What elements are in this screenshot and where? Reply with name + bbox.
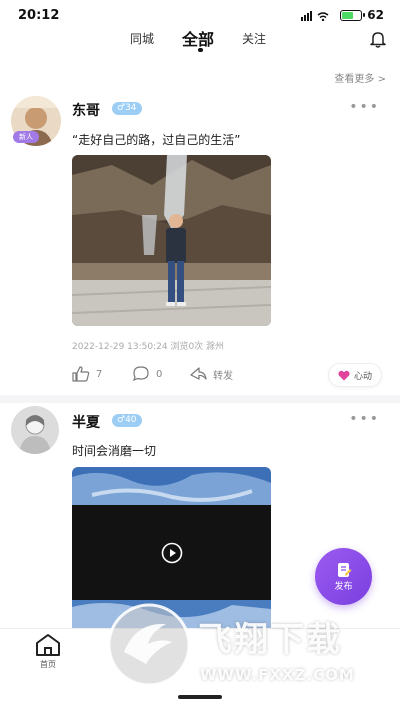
- status-indicators: 62: [301, 8, 384, 22]
- comment-count: 0: [156, 368, 163, 380]
- edit-note-icon: [337, 563, 351, 577]
- home-indicator: [178, 695, 222, 699]
- active-tab-indicator: [198, 48, 203, 52]
- battery-icon: [340, 9, 366, 21]
- gender-age-badge: ♂40: [112, 414, 142, 427]
- more-options-icon[interactable]: •••: [349, 99, 380, 115]
- tab-following[interactable]: 关注: [242, 30, 266, 47]
- nav-home[interactable]: 首页: [30, 633, 66, 670]
- watermark-url: WWW.FXXZ.COM: [200, 666, 355, 684]
- avatar[interactable]: [11, 406, 59, 454]
- publish-button[interactable]: 发布: [315, 548, 372, 605]
- post-photo[interactable]: [72, 155, 271, 326]
- like-count: 7: [96, 368, 103, 380]
- share-label: 转发: [213, 370, 233, 382]
- tab-all[interactable]: 全部: [182, 26, 214, 50]
- chevron-right-icon: >: [377, 74, 386, 85]
- post-actions: 7 0 转发 心动: [72, 363, 392, 387]
- watermark-title: 飞翔下载: [198, 620, 342, 660]
- see-more-link[interactable]: 查看更多 >: [334, 70, 386, 85]
- gender-age-badge: ♂34: [112, 102, 142, 115]
- home-icon: [36, 634, 60, 656]
- play-icon[interactable]: [161, 542, 183, 564]
- bell-icon[interactable]: [368, 29, 388, 49]
- waterfall-photo: [72, 155, 271, 326]
- like-action[interactable]: 7: [72, 366, 102, 382]
- post-text: 时间会消磨一切: [72, 444, 157, 458]
- comment-icon: [133, 366, 149, 382]
- watermark-logo-icon: [107, 603, 191, 687]
- tab-local[interactable]: 同城: [130, 30, 154, 47]
- share-action[interactable]: 转发: [189, 366, 233, 382]
- publish-label: 发布: [334, 582, 353, 592]
- comment-action[interactable]: 0: [132, 366, 162, 382]
- battery-level: 62: [367, 8, 384, 22]
- share-icon: [190, 367, 207, 380]
- status-time: 20:12: [18, 8, 60, 23]
- more-options-icon[interactable]: •••: [349, 411, 380, 427]
- watermark: 飞翔下载 WWW.FXXZ.COM: [106, 598, 396, 690]
- heart-icon: [338, 370, 350, 380]
- avatar-image: [11, 406, 59, 454]
- post-divider: [0, 395, 400, 403]
- thumbs-up-icon: [72, 366, 90, 382]
- signal-wifi-icon: [301, 10, 329, 21]
- post-meta: 2022-12-29 13:50:24 浏览0次 滁州: [72, 342, 225, 352]
- nav-home-label: 首页: [40, 660, 56, 669]
- post-author-name[interactable]: 半夏: [72, 412, 100, 432]
- heart-label: 心动: [353, 371, 372, 382]
- post-author-name[interactable]: 东哥: [72, 100, 100, 120]
- heart-button[interactable]: 心动: [328, 363, 382, 387]
- new-user-badge: 新人: [13, 131, 39, 143]
- see-more-label: 查看更多: [334, 74, 375, 85]
- post-text: “走好自己的路，过自己的生活”: [72, 133, 241, 147]
